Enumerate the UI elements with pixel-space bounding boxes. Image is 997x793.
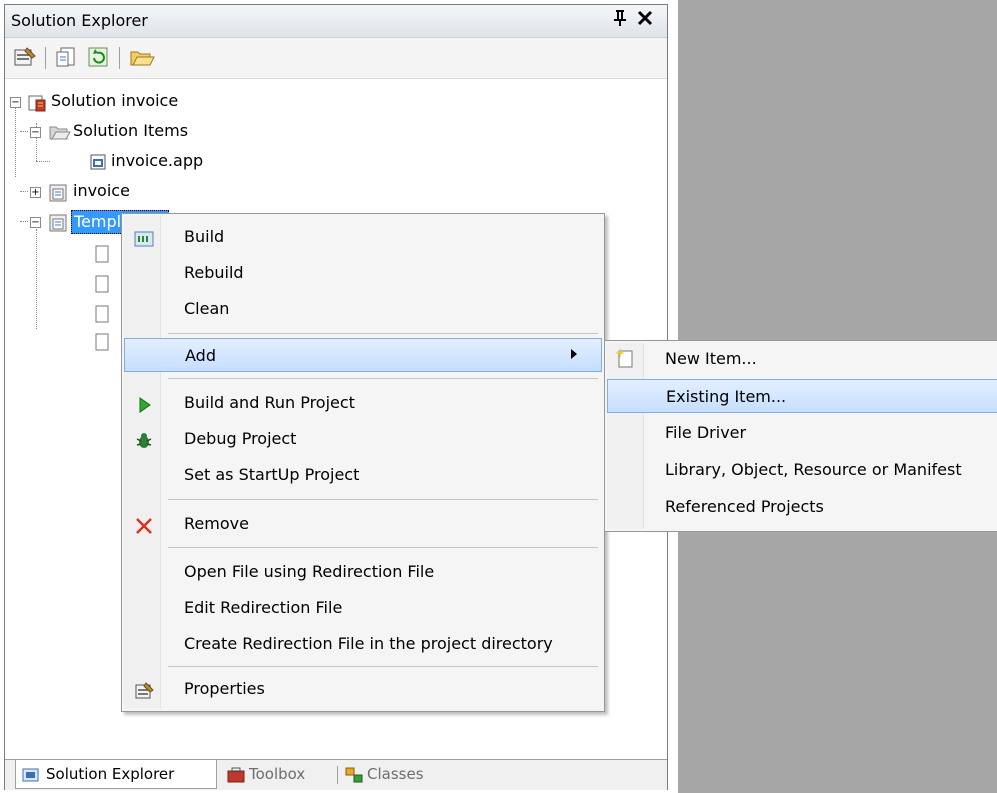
expand-toggle[interactable]: +: [30, 187, 41, 198]
menu-label: Existing Item...: [666, 387, 787, 406]
context-menu: Build Rebuild Clean Add Build and Run Pr…: [121, 213, 605, 712]
classes-icon: [345, 765, 363, 783]
file-icon: [95, 245, 113, 263]
close-icon[interactable]: [637, 7, 653, 31]
tree-line: [36, 229, 37, 329]
menu-separator: [168, 499, 598, 500]
menu-label: Set as StartUp Project: [184, 465, 360, 484]
tree-line: [15, 103, 16, 177]
project-icon: [49, 183, 67, 202]
show-all-files-icon[interactable]: [55, 46, 79, 68]
submenu-item-referenced-projects[interactable]: Referenced Projects: [607, 490, 997, 524]
menu-label: Build: [184, 227, 225, 246]
menu-item-rebuild[interactable]: Rebuild: [124, 256, 602, 290]
submenu-item-file-driver[interactable]: File Driver: [607, 416, 997, 450]
menu-label: Rebuild: [184, 263, 244, 282]
panel-toolbar: [5, 38, 667, 79]
tree-node-invoice-app[interactable]: invoice.app: [111, 148, 203, 174]
tab-label: Solution Explorer: [46, 765, 175, 783]
collapse-toggle[interactable]: −: [10, 97, 21, 108]
menu-label: New Item...: [665, 349, 757, 368]
tab-classes[interactable]: Classes: [345, 760, 455, 788]
menu-item-clean[interactable]: Clean: [124, 292, 602, 326]
menu-label: Clean: [184, 299, 230, 318]
file-icon: [95, 305, 113, 323]
solution-explorer-icon: [22, 765, 40, 783]
tab-toolbox[interactable]: Toolbox: [227, 760, 337, 788]
menu-item-build[interactable]: Build: [124, 220, 602, 254]
tree-line: [20, 191, 28, 192]
menu-label: Open File using Redirection File: [184, 562, 435, 581]
file-icon: [95, 333, 113, 351]
menu-label: Properties: [184, 679, 265, 698]
file-icon: [95, 275, 113, 293]
menu-label: Build and Run Project: [184, 393, 355, 412]
tab-solution-explorer[interactable]: Solution Explorer: [15, 760, 217, 789]
menu-separator: [168, 333, 598, 334]
menu-item-set-startup[interactable]: Set as StartUp Project: [124, 458, 602, 492]
pin-icon[interactable]: [613, 9, 627, 32]
app-file-icon: [89, 153, 107, 171]
menu-item-open-redirection[interactable]: Open File using Redirection File: [124, 555, 602, 589]
menu-label: Remove: [184, 514, 249, 533]
project-icon: [49, 213, 67, 232]
menu-item-debug[interactable]: Debug Project: [124, 422, 602, 456]
properties-icon: [134, 679, 154, 699]
tree-line: [36, 161, 50, 162]
menu-separator: [168, 666, 598, 667]
tree-node-solution[interactable]: Solution invoice: [51, 88, 178, 114]
tab-label: Toolbox: [249, 765, 306, 783]
tab-label: Classes: [367, 765, 424, 783]
menu-label: Library, Object, Resource or Manifest: [665, 460, 962, 479]
menu-separator: [168, 547, 598, 548]
submenu-item-new-item[interactable]: New Item...: [607, 342, 997, 376]
tree-node-invoice[interactable]: invoice: [73, 178, 130, 204]
toolbar-separator: [45, 47, 46, 69]
add-submenu: New Item... Existing Item... File Driver…: [604, 340, 997, 532]
menu-item-properties[interactable]: Properties: [124, 672, 602, 706]
build-icon: [134, 227, 154, 247]
submenu-arrow-icon: [570, 339, 578, 373]
open-folder-icon: [49, 123, 71, 141]
tree-line: [20, 221, 28, 222]
tree-node-solution-items[interactable]: Solution Items: [73, 118, 188, 144]
menu-label: Debug Project: [184, 429, 297, 448]
window: Solution Explorer − Solution invoice − S…: [0, 0, 997, 793]
menu-item-edit-redirection[interactable]: Edit Redirection File: [124, 591, 602, 625]
submenu-item-existing-item[interactable]: Existing Item...: [607, 379, 997, 413]
toolbar-separator: [119, 47, 120, 69]
remove-icon: [134, 514, 154, 534]
menu-item-add[interactable]: Add: [124, 338, 602, 372]
menu-label: Create Redirection File in the project d…: [184, 634, 553, 653]
properties-icon[interactable]: [13, 46, 37, 68]
tree-line: [20, 131, 28, 132]
bug-icon: [134, 429, 154, 449]
menu-label: Edit Redirection File: [184, 598, 343, 617]
menu-label: Add: [185, 346, 216, 365]
menu-item-create-redirection[interactable]: Create Redirection File in the project d…: [124, 627, 602, 661]
collapse-toggle[interactable]: −: [30, 127, 41, 138]
panel-titlebar: Solution Explorer: [5, 5, 667, 38]
menu-separator: [168, 378, 598, 379]
refresh-icon[interactable]: [87, 46, 111, 68]
menu-item-remove[interactable]: Remove: [124, 507, 602, 541]
menu-label: File Driver: [665, 423, 747, 442]
menu-item-build-and-run[interactable]: Build and Run Project: [124, 386, 602, 420]
run-icon: [134, 393, 154, 413]
new-item-icon: [615, 347, 635, 369]
menu-label: Referenced Projects: [665, 497, 824, 516]
collapse-toggle[interactable]: −: [30, 217, 41, 228]
toolbox-icon: [227, 765, 245, 783]
bottom-tab-strip: Solution Explorer Toolbox Classes: [5, 759, 667, 790]
open-folder-icon[interactable]: [129, 46, 155, 68]
solution-icon: [27, 93, 46, 112]
panel-title: Solution Explorer: [11, 11, 148, 30]
tab-separator: [337, 766, 338, 784]
submenu-item-library[interactable]: Library, Object, Resource or Manifest: [607, 453, 997, 487]
